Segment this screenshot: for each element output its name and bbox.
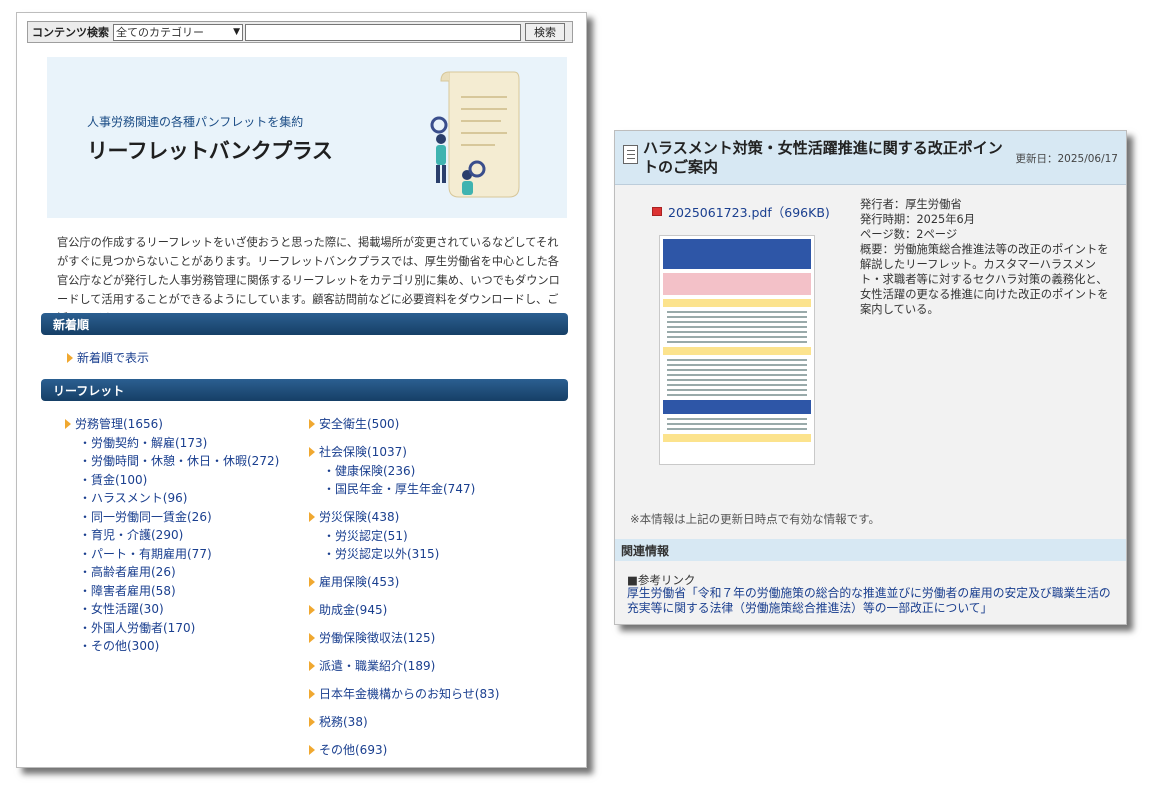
subcategory-item[interactable]: ・外国人労働者(170) (65, 619, 279, 638)
category-item[interactable]: 助成金(945) (309, 601, 499, 620)
subcategory-item[interactable]: ・健康保険(236) (309, 462, 499, 481)
category-label: 日本年金機構からのお知らせ(83) (319, 687, 500, 701)
publisher: 発行者：厚生労働省 (860, 198, 962, 211)
subcategory-item[interactable]: ・女性活躍(30) (65, 600, 279, 619)
category-label: 労働保険徴収法(125) (319, 631, 436, 645)
updated-date: 更新日：2025/06/17 (1015, 153, 1118, 165)
category-item[interactable]: 安全衛生(500) (309, 415, 499, 434)
search-input[interactable] (245, 23, 521, 41)
category-label: 社会保険(1037) (319, 445, 407, 459)
content-search-bar: コンテンツ検索 全てのカテゴリー ▼ 検索 (27, 21, 573, 43)
related-info-header: 関連情報 (615, 539, 1126, 561)
pdf-download-link[interactable]: 2025061723.pdf（696KB) (652, 202, 830, 221)
subcategory-item[interactable]: ・同一労働同一賃金(26) (65, 508, 279, 527)
page-count: ページ数：2ページ (860, 228, 958, 241)
new-arrivals-link[interactable]: 新着順で表示 (67, 349, 149, 366)
orange-arrow-icon (309, 447, 315, 457)
category-item[interactable]: 雇用保険(453) (309, 573, 499, 592)
subcategory-item[interactable]: ・障害者雇用(58) (65, 582, 279, 601)
category-column-left: 労務管理(1656) ・労働契約・解雇(173) ・労働時間・休憩・休日・休暇(… (65, 415, 279, 656)
validity-note: ※本情報は上記の更新日時点で有効な情報です。 (630, 512, 880, 526)
leaflet-detail-panel: ハラスメント対策・女性活躍推進に関する改正ポイントのご案内 更新日：2025/0… (614, 130, 1127, 625)
search-label: コンテンツ検索 (32, 26, 109, 39)
category-item[interactable]: その他(693) (309, 741, 499, 760)
category-item[interactable]: 日本年金機構からのお知らせ(83) (309, 685, 499, 704)
reference-link[interactable]: 厚生労働省「令和７年の労働施策の総合的な推進並びに労働者の雇用の安定及び職業生活… (627, 586, 1117, 616)
summary: 概要：労働施策総合推進法等の改正のポイントを解説したリーフレット。カスタマーハラ… (860, 243, 1109, 316)
category-label: その他(693) (319, 743, 388, 757)
category-label: 派遣・職業紹介(189) (319, 659, 436, 673)
subcategory-item[interactable]: ・労災認定以外(315) (309, 545, 499, 564)
category-item[interactable]: 税務(38) (309, 713, 499, 732)
category-label: 税務(38) (319, 715, 368, 729)
subcategory-item[interactable]: ・賃金(100) (65, 471, 279, 490)
category-select-value: 全てのカテゴリー (116, 26, 204, 39)
section-header-new: 新着順 (41, 313, 568, 335)
orange-arrow-icon (309, 605, 315, 615)
category-label: 安全衛生(500) (319, 417, 400, 431)
section-header-leaflet: リーフレット (41, 379, 568, 401)
subcategory-item[interactable]: ・育児・介護(290) (65, 526, 279, 545)
hero-banner: 人事労務関連の各種パンフレットを集約 リーフレットバンクプラス (47, 57, 567, 218)
orange-arrow-icon (309, 689, 315, 699)
subcategory-item[interactable]: ・ハラスメント(96) (65, 489, 279, 508)
pdf-link-label: 2025061723.pdf（696KB) (668, 205, 830, 220)
new-arrivals-label: 新着順で表示 (77, 351, 150, 365)
category-label: 労務管理(1656) (75, 417, 163, 431)
subcategory-item[interactable]: ・国民年金・厚生年金(747) (309, 480, 499, 499)
category-item[interactable]: 派遣・職業紹介(189) (309, 657, 499, 676)
leaflet-metadata: 発行者：厚生労働省 発行時期：2025年6月 ページ数：2ページ 概要：労働施策… (860, 197, 1110, 317)
category-item[interactable]: 労災保険(438) (309, 508, 499, 527)
category-item[interactable]: 労働保険徴収法(125) (309, 629, 499, 648)
subcategory-item[interactable]: ・その他(300) (65, 637, 279, 656)
subcategory-item[interactable]: ・労働時間・休憩・休日・休暇(272) (65, 452, 279, 471)
category-label: 労災保険(438) (319, 510, 400, 524)
category-select[interactable]: 全てのカテゴリー ▼ (113, 23, 243, 41)
detail-header: ハラスメント対策・女性活躍推進に関する改正ポイントのご案内 更新日：2025/0… (615, 131, 1126, 185)
chevron-down-icon: ▼ (233, 27, 240, 37)
orange-arrow-icon (67, 353, 73, 363)
subcategory-item[interactable]: ・労災認定(51) (309, 527, 499, 546)
orange-arrow-icon (65, 419, 71, 429)
pdf-icon (652, 207, 662, 216)
category-item[interactable]: 労務管理(1656) (65, 415, 279, 434)
category-label: 助成金(945) (319, 603, 388, 617)
category-column-right: 安全衛生(500) 社会保険(1037) ・健康保険(236) ・国民年金・厚生… (309, 415, 499, 760)
hero-subtitle: 人事労務関連の各種パンフレットを集約 (87, 115, 304, 129)
orange-arrow-icon (309, 512, 315, 522)
search-button[interactable]: 検索 (525, 23, 565, 41)
orange-arrow-icon (309, 577, 315, 587)
category-item[interactable]: 社会保険(1037) (309, 443, 499, 462)
detail-title: ハラスメント対策・女性活躍推進に関する改正ポイントのご案内 (643, 139, 1003, 176)
orange-arrow-icon (309, 633, 315, 643)
document-illustration-icon (430, 71, 520, 198)
pdf-thumbnail[interactable] (659, 235, 815, 465)
document-icon (623, 145, 638, 164)
orange-arrow-icon (309, 419, 315, 429)
orange-arrow-icon (309, 717, 315, 727)
orange-arrow-icon (309, 661, 315, 671)
publish-date: 発行時期：2025年6月 (860, 213, 976, 226)
subcategory-item[interactable]: ・パート・有期雇用(77) (65, 545, 279, 564)
leaflet-bank-page: コンテンツ検索 全てのカテゴリー ▼ 検索 人事労務関連の各種パンフレットを集約… (16, 12, 587, 768)
orange-arrow-icon (309, 745, 315, 755)
hero-title: リーフレットバンクプラス (87, 139, 333, 163)
subcategory-item[interactable]: ・高齢者雇用(26) (65, 563, 279, 582)
subcategory-item[interactable]: ・労働契約・解雇(173) (65, 434, 279, 453)
category-label: 雇用保険(453) (319, 575, 400, 589)
